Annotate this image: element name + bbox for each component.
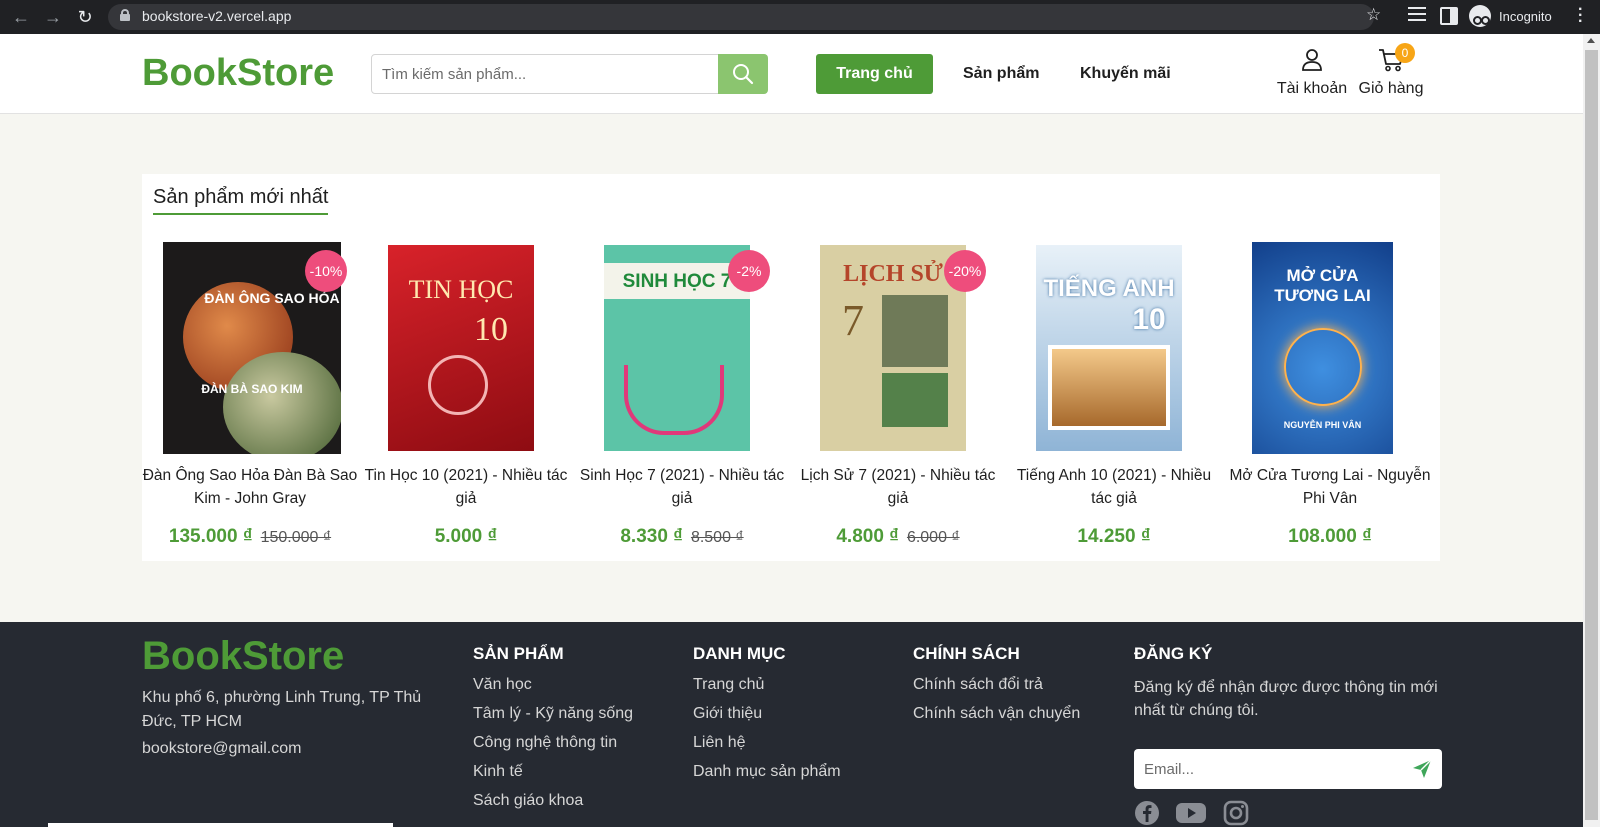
footer-subscribe: ĐĂNG KÝ Đăng ký để nhận được được thông … xyxy=(1134,644,1444,826)
footer-link[interactable]: Kinh tế xyxy=(473,763,633,781)
product-cover-image[interactable]: MỞ CỬA TƯƠNG LAI NGUYỄN PHI VÂN xyxy=(1252,242,1393,454)
product-price-row: 5.000 ₫ xyxy=(358,526,574,548)
product-price-row: 108.000 ₫ xyxy=(1222,526,1438,548)
subscribe-form xyxy=(1134,749,1442,789)
product-price: 5.000 ₫ xyxy=(434,526,498,547)
account-label: Tài khoản xyxy=(1276,80,1348,97)
product-old-price: 8.500 ₫ xyxy=(690,529,744,546)
browser-menu-icon[interactable]: · · · xyxy=(1578,2,1583,30)
logo[interactable]: BookStore xyxy=(142,52,334,95)
site-footer: BookStore Khu phố 6, phường Linh Trung, … xyxy=(0,622,1583,827)
footer-heading: SẢN PHẨM xyxy=(473,644,564,663)
product-old-price: 150.000 ₫ xyxy=(260,529,332,546)
product-card[interactable]: LỊCH SỬ 7 -20% Lịch Sử 7 (2021) - Nhiều … xyxy=(790,242,1006,552)
youtube-icon[interactable] xyxy=(1176,802,1207,824)
footer-email[interactable]: bookstore@gmail.com xyxy=(142,740,301,758)
footer-link[interactable]: Danh mục sản phẩm xyxy=(693,763,841,781)
email-field[interactable] xyxy=(1144,749,1404,789)
browser-toolbar: ← → ↻ bookstore-v2.vercel.app ☆ Incognit… xyxy=(0,0,1600,34)
search-input[interactable] xyxy=(382,55,712,93)
footer-link[interactable]: Chính sách vận chuyển xyxy=(913,705,1080,723)
product-price: 135.000 ₫ xyxy=(168,526,253,547)
account-button[interactable]: Tài khoản xyxy=(1276,48,1348,98)
site-header: BookStore Trang chủ Sản phẩm Khuyến mãi … xyxy=(0,34,1583,114)
footer-link[interactable]: Chính sách đổi trả xyxy=(913,676,1080,694)
footer-link[interactable]: Sách giáo khoa xyxy=(473,792,633,810)
subscribe-text: Đăng ký để nhận được được thông tin mới … xyxy=(1134,679,1438,719)
search-bar xyxy=(371,54,768,94)
discount-badge: -10% xyxy=(305,250,347,292)
discount-badge: -20% xyxy=(944,250,986,292)
lock-icon xyxy=(120,9,130,21)
footer-column-categories: DANH MỤC Trang chủ Giới thiệu Liên hệ Da… xyxy=(693,644,841,792)
instagram-icon[interactable] xyxy=(1223,800,1249,826)
cart-button[interactable]: 0 Giỏ hàng xyxy=(1355,43,1427,98)
scroll-up-icon[interactable] xyxy=(1587,38,1595,43)
footer-heading: DANH MỤC xyxy=(693,644,786,663)
side-panel-icon[interactable] xyxy=(1440,7,1458,25)
search-button[interactable] xyxy=(718,54,768,94)
footer-column-policies: CHÍNH SÁCH Chính sách đổi trả Chính sách… xyxy=(913,644,1080,734)
product-card[interactable]: ĐÀN ÔNG SAO HỎA ĐÀN BÀ SAO KIM -10% Đàn … xyxy=(142,242,358,552)
horizontal-scrollbar[interactable] xyxy=(48,823,393,827)
product-price-row: 4.800 ₫ 6.000 ₫ xyxy=(790,526,1006,548)
newest-products-section: Sản phẩm mới nhất ĐÀN ÔNG SAO HỎA ĐÀN BÀ… xyxy=(142,174,1440,561)
footer-column-products: SẢN PHẨM Văn học Tâm lý - Kỹ năng sống C… xyxy=(473,644,633,821)
footer-link[interactable]: Tâm lý - Kỹ năng sống xyxy=(473,705,633,723)
incognito-icon[interactable] xyxy=(1469,5,1491,27)
cart-count-badge: 0 xyxy=(1395,43,1415,63)
footer-link[interactable]: Giới thiệu xyxy=(693,705,841,723)
footer-address: Khu phố 6, phường Linh Trung, TP Thủ Đức… xyxy=(142,689,422,730)
section-title: Sản phẩm mới nhất xyxy=(153,186,329,215)
product-cover-image[interactable]: TIN HỌC 10 xyxy=(388,245,534,451)
send-icon[interactable] xyxy=(1412,759,1432,779)
product-name[interactable]: Lịch Sử 7 (2021) - Nhiều tác giả xyxy=(790,464,1006,510)
footer-link[interactable]: Liên hệ xyxy=(693,734,841,752)
product-price-row: 135.000 ₫ 150.000 ₫ xyxy=(142,526,358,548)
vertical-scrollbar[interactable] xyxy=(1583,34,1600,827)
nav-home-button[interactable]: Trang chủ xyxy=(816,54,933,94)
incognito-label[interactable]: Incognito xyxy=(1499,9,1552,24)
product-name[interactable]: Tiếng Anh 10 (2021) - Nhiều tác giả xyxy=(1006,464,1222,510)
footer-link[interactable]: Văn học xyxy=(473,676,633,694)
product-price: 108.000 ₫ xyxy=(1288,526,1372,547)
product-name[interactable]: Sinh Học 7 (2021) - Nhiều tác giả xyxy=(574,464,790,510)
cart-label: Giỏ hàng xyxy=(1358,80,1424,97)
nav-products-link[interactable]: Sản phẩm xyxy=(963,65,1039,83)
bookmark-star-icon[interactable]: ☆ xyxy=(1366,5,1381,25)
product-cover-image[interactable]: TIẾNG ANH 10 xyxy=(1036,245,1182,451)
back-icon[interactable]: ← xyxy=(8,4,34,30)
facebook-icon[interactable] xyxy=(1134,800,1160,826)
footer-link[interactable]: Trang chủ xyxy=(693,676,841,694)
product-card[interactable]: TIẾNG ANH 10 Tiếng Anh 10 (2021) - Nhiều… xyxy=(1006,242,1222,552)
forward-icon[interactable]: → xyxy=(40,4,66,30)
address-bar[interactable] xyxy=(108,4,1374,30)
social-links xyxy=(1134,800,1261,826)
user-icon xyxy=(1302,49,1322,71)
product-card[interactable]: MỞ CỬA TƯƠNG LAI NGUYỄN PHI VÂN Mở Cửa T… xyxy=(1222,242,1438,552)
scrollbar-thumb[interactable] xyxy=(1585,50,1598,820)
product-price-row: 8.330 ₫ 8.500 ₫ xyxy=(574,526,790,548)
reading-list-icon[interactable] xyxy=(1408,7,1426,25)
product-price: 14.250 ₫ xyxy=(1077,526,1151,547)
footer-heading: CHÍNH SÁCH xyxy=(913,644,1020,663)
product-name[interactable]: Đàn Ông Sao Hỏa Đàn Bà Sao Kim - John Gr… xyxy=(142,464,358,510)
footer-link[interactable]: Công nghệ thông tin xyxy=(473,734,633,752)
footer-logo[interactable]: BookStore xyxy=(142,634,344,679)
discount-badge: -2% xyxy=(728,250,770,292)
product-card[interactable]: TIN HỌC 10 Tin Học 10 (2021) - Nhiều tác… xyxy=(358,242,574,552)
product-price-row: 14.250 ₫ xyxy=(1006,526,1222,548)
product-name[interactable]: Mở Cửa Tương Lai - Nguyễn Phi Vân xyxy=(1222,464,1438,510)
nav-promotions-link[interactable]: Khuyến mãi xyxy=(1080,65,1171,83)
product-price: 4.800 ₫ xyxy=(836,526,899,547)
url-text[interactable]: bookstore-v2.vercel.app xyxy=(142,8,291,24)
product-price: 8.330 ₫ xyxy=(620,526,683,547)
product-old-price: 6.000 ₫ xyxy=(906,529,960,546)
subscribe-heading: ĐĂNG KÝ xyxy=(1134,644,1213,663)
product-card[interactable]: SINH HỌC 7 -2% Sinh Học 7 (2021) - Nhiều… xyxy=(574,242,790,552)
product-name[interactable]: Tin Học 10 (2021) - Nhiều tác giả xyxy=(358,464,574,510)
reload-icon[interactable]: ↻ xyxy=(72,4,98,30)
search-icon xyxy=(733,64,754,85)
